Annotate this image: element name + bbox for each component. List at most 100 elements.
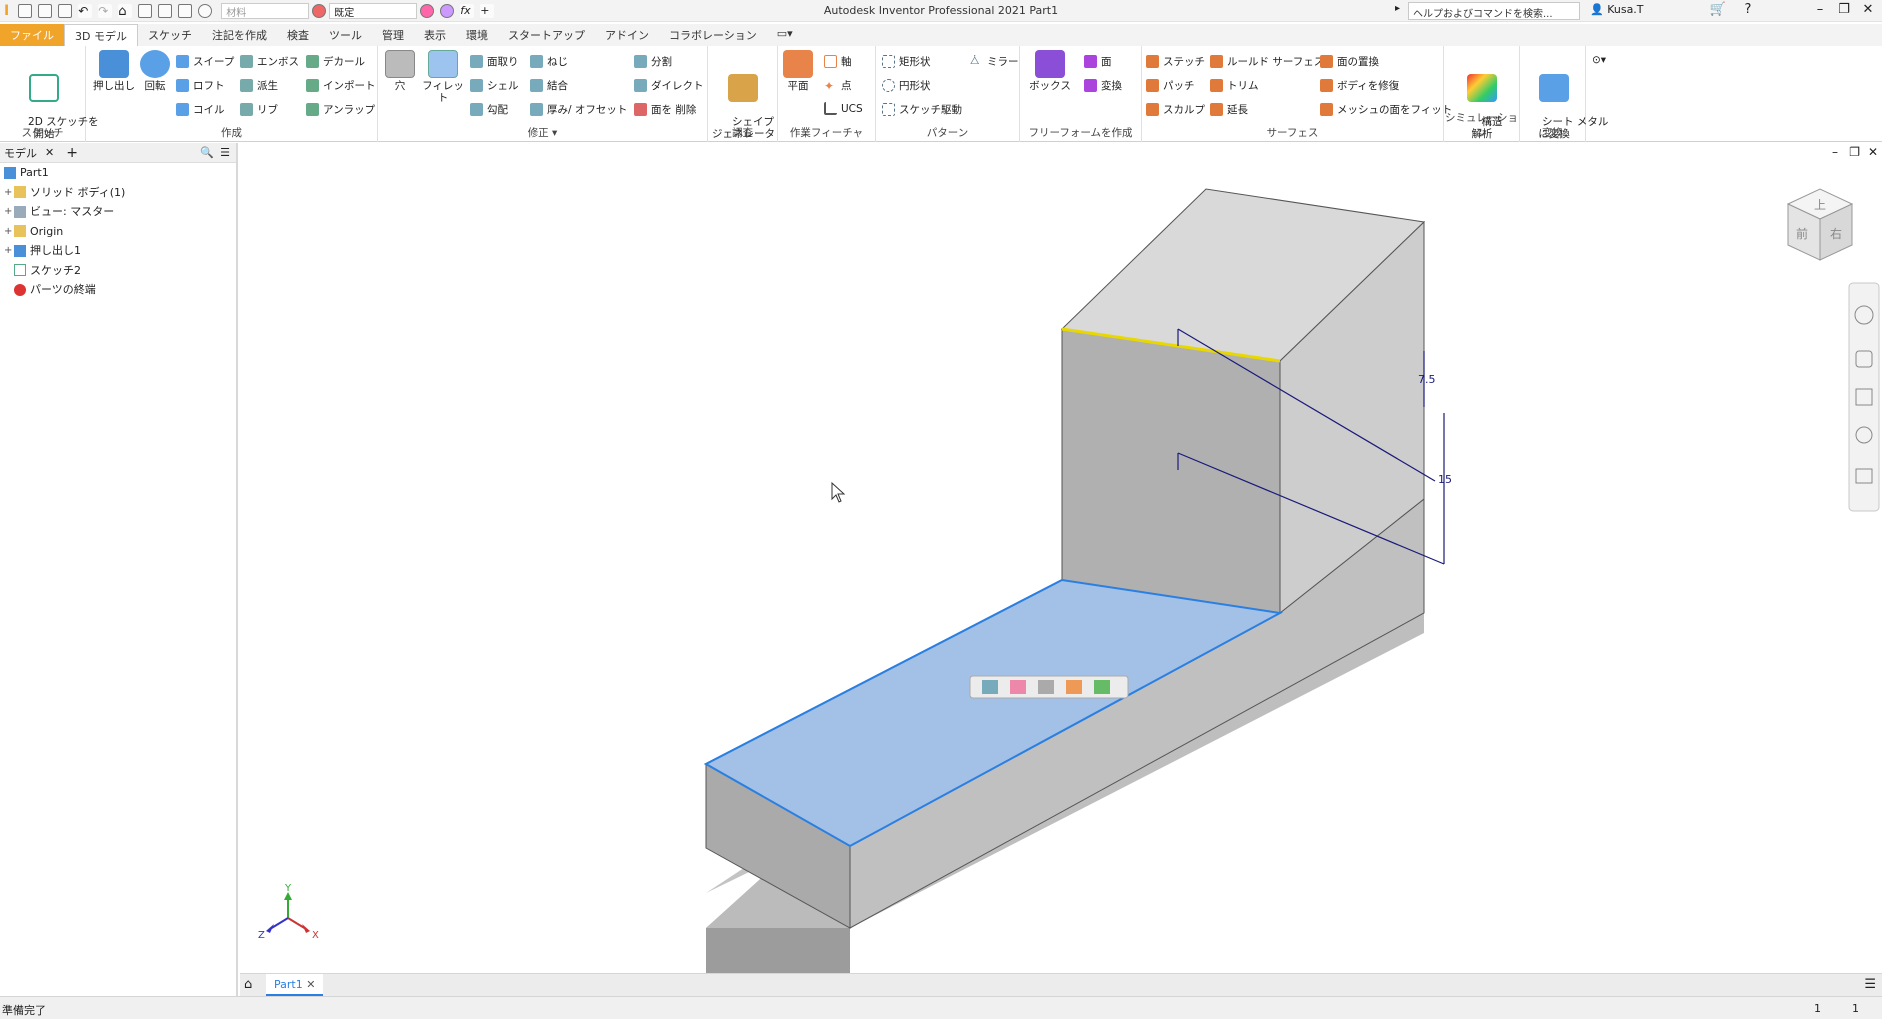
save-icon[interactable] [58, 4, 73, 18]
viewcube[interactable]: 上 前 右 [1786, 188, 1854, 261]
ucs-button[interactable]: UCS [824, 102, 863, 115]
coil-button[interactable]: コイル [176, 102, 225, 117]
emboss-button[interactable]: エンボス [240, 54, 299, 69]
draft-button[interactable]: 勾配 [470, 102, 508, 117]
panel-options-icon[interactable]: ▭▾ [767, 24, 803, 46]
direct-button[interactable]: ダイレクト [634, 78, 704, 93]
appearance-select[interactable]: 既定 [329, 3, 418, 19]
tree-item-view[interactable]: + ビュー: マスター [4, 202, 236, 222]
add-tool-icon[interactable] [1094, 680, 1110, 694]
close-button[interactable]: ✕ [1858, 2, 1878, 17]
tree-item-part[interactable]: Part1 [4, 163, 236, 183]
rectangular-pattern-button[interactable]: 矩形状 [882, 54, 931, 69]
expand-icon[interactable]: + [4, 222, 14, 242]
tree-item-end-of-part[interactable]: パーツの終端 [4, 280, 236, 300]
plane-button[interactable]: 平面 [780, 50, 816, 92]
tab-view[interactable]: 表示 [414, 24, 456, 46]
replace-face-button[interactable]: 面の置換 [1320, 54, 1379, 69]
fit-mesh-face-button[interactable]: メッシュの面をフィット [1320, 102, 1452, 117]
rib-button[interactable]: リブ [240, 102, 278, 117]
ruled-surface-button[interactable]: ルールド サーフェス [1210, 54, 1324, 69]
repair-bodies-button[interactable]: ボディを修復 [1320, 78, 1399, 93]
select-icon[interactable] [138, 4, 153, 18]
thicken-offset-button[interactable]: 厚み/ オフセット [530, 102, 627, 117]
import-button[interactable]: インポート [306, 78, 376, 93]
print-icon[interactable] [178, 4, 193, 18]
user-account[interactable]: 👤 Kusa.T [1590, 3, 1644, 16]
chamfer-button[interactable]: 面取り [470, 54, 519, 69]
tree-item-origin[interactable]: + Origin [4, 222, 236, 242]
tab-tools[interactable]: ツール [319, 24, 372, 46]
new-file-icon[interactable] [18, 4, 33, 18]
trim-button[interactable]: トリム [1210, 78, 1259, 93]
extend-button[interactable]: 延長 [1210, 102, 1248, 117]
circular-pattern-button[interactable]: 円形状 [882, 78, 931, 93]
tab-environments[interactable]: 環境 [456, 24, 498, 46]
tab-annotate[interactable]: 注記を作成 [202, 24, 277, 46]
tab-add-ins[interactable]: アドイン [595, 24, 659, 46]
select-tool-icon[interactable] [1038, 680, 1054, 694]
home-tab-icon[interactable]: ⌂ [244, 977, 252, 992]
restore-button[interactable]: ❐ [1834, 2, 1854, 17]
add-tab-icon[interactable]: + [66, 145, 78, 161]
tab-inspect[interactable]: 検査 [277, 24, 319, 46]
search-icon[interactable]: 🔍 [200, 146, 214, 159]
dimension-7-5[interactable]: 7.5 [1418, 373, 1436, 386]
patch-button[interactable]: パッチ [1146, 78, 1195, 93]
add-icon[interactable]: + [480, 4, 495, 18]
help-search-input[interactable]: ヘルプおよびコマンドを検索... [1408, 2, 1580, 20]
shell-button[interactable]: シェル [470, 78, 519, 93]
derive-button[interactable]: 派生 [240, 78, 278, 93]
tree-item-solid-bodies[interactable]: + ソリッド ボディ(1) [4, 183, 236, 203]
open-file-icon[interactable] [38, 4, 53, 18]
box-button[interactable]: ボックス [1026, 50, 1074, 92]
tree-item-extrusion[interactable]: + 押し出し1 [4, 241, 236, 261]
search-arrow-icon[interactable]: ▸ [1395, 3, 1400, 14]
sweep-button[interactable]: スイープ [176, 54, 234, 69]
mirror-button[interactable]: ⧊ ミラー [970, 54, 1019, 69]
panel-label-modify[interactable]: 修正 ▾ [378, 125, 707, 140]
expand-icon[interactable]: + [4, 183, 14, 203]
unwrap-button[interactable]: アンラップ [306, 102, 375, 117]
tree-item-sketch[interactable]: スケッチ2 [4, 261, 236, 281]
model-canvas[interactable]: 7.5 15 Y X Z 上 前 右 [240, 143, 1882, 973]
clear-icon[interactable] [440, 4, 455, 18]
expand-icon[interactable]: + [4, 241, 14, 261]
tab-file[interactable]: ファイル [0, 24, 64, 46]
sketch-driven-pattern-button[interactable]: スケッチ駆動 [882, 102, 962, 117]
sketch-tool-icon[interactable] [1010, 680, 1026, 694]
close-doc-tab-icon[interactable]: ✕ [306, 978, 315, 991]
revolve-button[interactable]: 回転 [138, 50, 172, 92]
inventor-logo-icon[interactable]: I [4, 3, 9, 19]
tab-manage[interactable]: 管理 [372, 24, 414, 46]
convert-button[interactable]: 変換 [1084, 78, 1122, 93]
rotate-tool-icon[interactable] [982, 680, 998, 694]
menu-icon[interactable]: ☰ [220, 146, 230, 159]
stitch-button[interactable]: ステッチ [1146, 54, 1205, 69]
doc-tab-part1[interactable]: Part1 ✕ [266, 974, 324, 996]
sculpt-button[interactable]: スカルプ [1146, 102, 1205, 117]
delete-face-button[interactable]: 面を 削除 [634, 102, 696, 117]
dimension-15[interactable]: 15 [1438, 473, 1452, 486]
mini-toolbar[interactable] [969, 675, 1129, 699]
decal-button[interactable]: デカール [306, 54, 365, 69]
thread-button[interactable]: ねじ [530, 54, 568, 69]
tab-get-started[interactable]: スタートアップ [498, 24, 595, 46]
tab-3d-model[interactable]: 3D モデル [64, 24, 138, 46]
ribbon-options-button[interactable]: ⊙▾ [1592, 54, 1606, 66]
tab-sketch[interactable]: スケッチ [138, 24, 202, 46]
tab-menu-icon[interactable]: ☰ [1864, 977, 1876, 992]
loft-button[interactable]: ロフト [176, 78, 225, 93]
close-tab-icon[interactable]: ✕ [45, 146, 54, 159]
extrude-button[interactable]: 押し出し [92, 50, 136, 92]
update-icon[interactable] [158, 4, 173, 18]
undo-icon[interactable]: ↶ [78, 4, 93, 18]
point-button[interactable]: ✦ 点 [824, 78, 852, 93]
adjust-icon[interactable] [420, 4, 435, 18]
expand-icon[interactable]: + [4, 202, 14, 222]
cart-icon[interactable]: 🛒 [1708, 2, 1728, 17]
navigation-bar[interactable] [1848, 282, 1880, 512]
edit-tool-icon[interactable] [1066, 680, 1082, 694]
browser-tab-model[interactable]: モデル [4, 145, 37, 161]
fillet-button[interactable]: フィレット [418, 50, 468, 104]
